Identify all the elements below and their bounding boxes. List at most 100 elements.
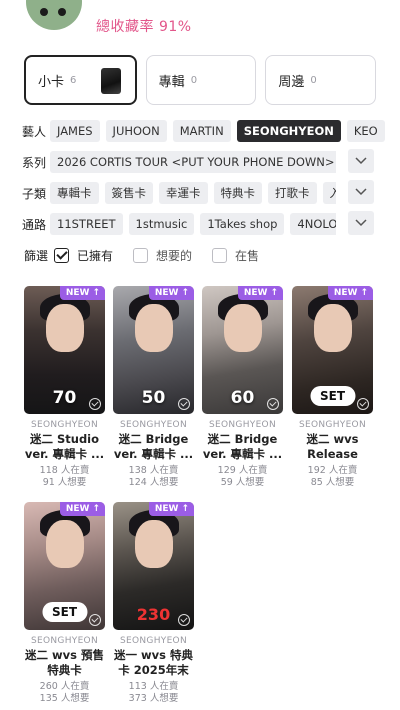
photo-face (135, 304, 173, 352)
photocard-item[interactable]: NEW ↑ SET SEONGHYEON 迷二 wvs 預售特典卡 260 人在賣… (24, 502, 105, 705)
set-badge: SET (41, 602, 88, 622)
chip-artist[interactable]: JAMES (50, 120, 100, 142)
new-label: NEW (65, 504, 90, 514)
filter-option-label: 想要的 (156, 248, 193, 263)
set-badge: SET (309, 386, 356, 406)
photocard-item[interactable]: NEW ↑ 50 SEONGHYEON 迷二 Bridge ver. 專輯卡 ..… (113, 286, 194, 489)
filter-on-sale[interactable]: 在售 (212, 247, 259, 264)
chip-artist-selected[interactable]: SEONGHYEON (236, 120, 341, 142)
filter-option-label: 已擁有 (77, 248, 114, 263)
chip-subtype[interactable]: 專輯卡 (50, 182, 99, 204)
photo-face (224, 304, 262, 352)
chip-channel[interactable]: 1Takes shop (200, 213, 285, 235)
card-photo: NEW ↑ 230 (113, 502, 194, 630)
chip-artist[interactable]: MARTIN (172, 120, 231, 142)
chip-subtype[interactable]: 打歌卡 (268, 182, 317, 204)
card-photo: NEW ↑ 70 (24, 286, 105, 414)
tab-photocard[interactable]: 小卡 6 (24, 55, 137, 105)
card-selling-count: 129 人在賣 (217, 465, 268, 476)
tab-album[interactable]: 專輯 0 (145, 55, 257, 105)
photo-face (135, 520, 173, 568)
status-filter-row: 篩選 已擁有 想要的 在售 (24, 245, 279, 265)
tab-label: 小卡 (38, 74, 65, 90)
card-wanting-count: 91 人想要 (42, 477, 87, 488)
card-wanting-count: 124 人想要 (128, 477, 179, 488)
chip-channel[interactable]: 4NOLOGU (290, 213, 336, 235)
category-tabs: 小卡 6 專輯 0 周邊 0 (24, 55, 377, 105)
channel-filter-row: 通路 11STREET 1stmusic 1Takes shop 4NOLOGU (22, 211, 400, 237)
artist-filter-row: 藝人 JAMES JUHOON MARTIN SEONGHYEON KEO (22, 118, 400, 144)
photo-face (46, 520, 84, 568)
filter-label: 子類 (22, 186, 47, 201)
new-label: NEW (65, 288, 90, 298)
card-wanting-count: 135 人想要 (39, 693, 90, 704)
tab-count: 6 (70, 74, 77, 86)
filter-label: 系列 (22, 155, 47, 170)
photocard-item[interactable]: NEW ↑ 60 SEONGHYEON 迷二 Bridge ver. 專輯卡 ..… (202, 286, 283, 489)
series-filter-row: 系列 2026 CORTIS TOUR <PUT YOUR PHONE DOWN… (22, 149, 400, 175)
checkbox[interactable] (212, 247, 228, 263)
new-badge: NEW ↑ (237, 286, 283, 300)
owned-check-icon (178, 398, 190, 410)
expand-subtype-button[interactable] (348, 180, 374, 204)
new-badge: NEW ↑ (59, 502, 105, 516)
filter-label: 通路 (22, 217, 47, 232)
checkbox-checked[interactable] (54, 247, 69, 263)
subtype-filter-row: 子類 專輯卡 簽售卡 幸運卡 特典卡 打歌卡 入 (22, 180, 400, 206)
photo-face (46, 304, 84, 352)
photocard-item[interactable]: NEW↑ 230 SEONGHYEON 迷一 wvs 特典卡 2025年末禮 1… (113, 502, 194, 705)
arrow-up-icon: ↑ (181, 504, 189, 514)
chip-subtype[interactable]: 幸運卡 (159, 182, 208, 204)
card-wanting-count: 85 人想要 (310, 477, 355, 488)
collect-rate: 總收藏率 91% (96, 19, 192, 35)
card-title: 迷二 Bridge ver. 專輯卡 ... (113, 432, 194, 461)
collection-header: 總收藏率 91% (0, 0, 400, 40)
filter-label: 篩選 (24, 248, 49, 263)
tab-merch[interactable]: 周邊 0 (265, 55, 377, 105)
card-artist: SEONGHYEON (120, 420, 187, 430)
card-photo: NEW ↑ SET (292, 286, 373, 414)
new-label: NEW (243, 288, 268, 298)
arrow-up-icon: ↑ (270, 288, 278, 298)
photocard-item[interactable]: NEW ↑ 70 SEONGHYEON 迷二 Studio ver. 專輯卡 ..… (24, 286, 105, 489)
chip-subtype[interactable]: 簽售卡 (104, 182, 153, 204)
photo-face (314, 304, 352, 352)
arrow-up-icon: ↑ (181, 288, 189, 298)
card-selling-count: 118 人在賣 (39, 465, 90, 476)
chip-channel[interactable]: 11STREET (50, 213, 123, 235)
card-title: 迷二 Studio ver. 專輯卡 ... (24, 432, 105, 461)
filter-owned[interactable]: 已擁有 (54, 247, 113, 264)
card-artist: SEONGHYEON (209, 420, 276, 430)
chip-artist[interactable]: KEO (346, 120, 385, 142)
card-photo: NEW ↑ SET (24, 502, 105, 630)
card-title: 迷二 Bridge ver. 專輯卡 ... (202, 432, 283, 461)
chip-series[interactable]: 2026 CORTIS TOUR <PUT YOUR PHONE DOWN> (50, 151, 336, 173)
owned-check-icon (89, 398, 101, 410)
tab-count: 0 (310, 74, 317, 86)
new-badge: NEW ↑ (59, 286, 105, 300)
owned-check-icon (267, 398, 279, 410)
card-title: 迷二 wvs 預售特典卡 (25, 648, 104, 677)
chip-artist[interactable]: JUHOON (105, 120, 167, 142)
card-artist: SEONGHYEON (120, 636, 187, 646)
tab-thumbnail (100, 68, 121, 94)
chip-channel[interactable]: 1stmusic (128, 213, 195, 235)
tab-count: 0 (190, 74, 198, 86)
filter-wanted[interactable]: 想要的 (133, 247, 192, 264)
card-artist: SEONGHYEON (31, 636, 98, 646)
chevron-down-icon (355, 157, 367, 165)
new-badge: NEW ↑ (327, 286, 373, 300)
mascot-avatar (26, 0, 82, 30)
filter-label: 藝人 (22, 124, 47, 139)
card-wanting-count: 59 人想要 (220, 477, 265, 488)
checkbox[interactable] (133, 247, 149, 263)
owned-check-icon (357, 398, 369, 410)
chip-subtype[interactable]: 入 (322, 182, 336, 204)
expand-series-button[interactable] (348, 149, 374, 173)
expand-channel-button[interactable] (348, 211, 374, 235)
card-title: 迷二 wvs Release Part... (306, 432, 359, 461)
photocard-item[interactable]: NEW↑ SET SEONGHYEON 迷二 wvs Release Part.… (292, 286, 373, 489)
chevron-down-icon (355, 219, 367, 227)
chip-subtype[interactable]: 特典卡 (213, 182, 262, 204)
owned-check-icon (178, 614, 190, 626)
